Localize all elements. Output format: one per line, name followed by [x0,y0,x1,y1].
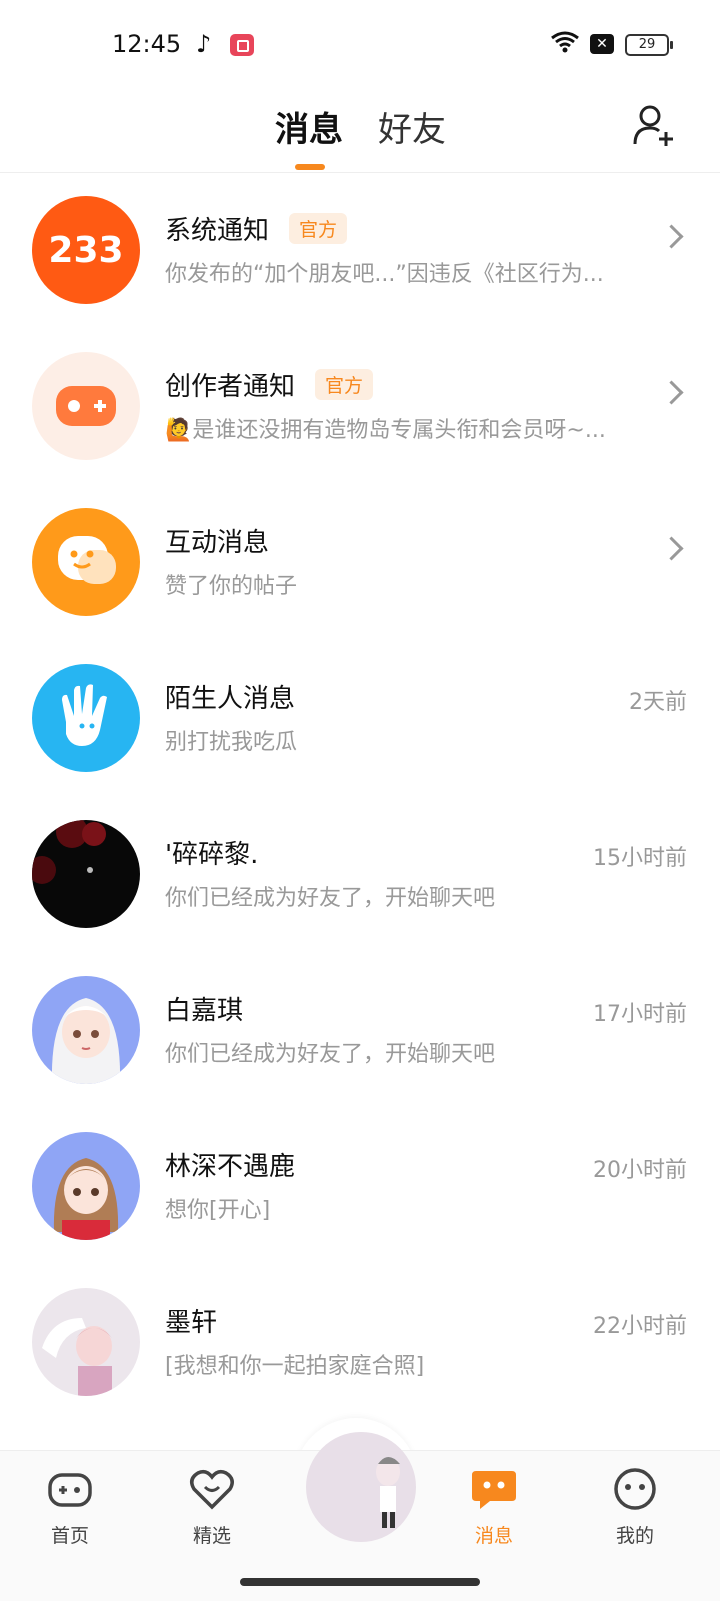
list-item-chat[interactable]: '碎碎黎. 15小时前 你们已经成为好友了，开始聊天吧 [0,796,720,952]
center-avatar-button[interactable] [306,1432,416,1542]
list-item-chat[interactable]: 墨轩 22小时前 [我想和你一起拍家庭合照] [0,1264,720,1420]
message-preview: 🙋是谁还没拥有造物岛专属头衔和会员呀~... [165,418,606,443]
tab-indicator [295,164,325,170]
add-friend-icon[interactable] [632,102,678,148]
hand-icon [32,664,140,772]
message-preview: 想你[开心] [165,1198,271,1223]
tab-label: 消息 [474,1525,513,1547]
status-bar: 12:45 ♪ ✕ 29 [0,0,720,90]
list-item-creator-notice[interactable]: 创作者通知 官方 🙋是谁还没拥有造物岛专属头衔和会员呀~... [0,328,720,484]
face-icon [614,1468,656,1510]
heart-icon [190,1469,234,1510]
message-title: 墨轩 [165,1308,218,1338]
message-preview: 你们已经成为好友了，开始聊天吧 [165,1042,496,1067]
chat-bubble-icon [32,508,140,616]
user-avatar [32,1132,140,1240]
top-tab-header: 消息 好友 [0,90,720,173]
message-title: 创作者通知 [165,372,296,402]
tab-messages[interactable]: 消息 [275,102,343,151]
tab-friends[interactable]: 好友 [378,102,446,151]
chevron-right-icon [659,224,684,249]
chevron-right-icon [659,536,684,561]
message-preview: 赞了你的帖子 [165,574,298,599]
message-title: 互动消息 [165,528,270,558]
message-title: '碎碎黎. [165,840,259,870]
tab-label: 精选 [192,1525,231,1547]
message-time: 15小时前 [593,846,687,871]
list-item-chat[interactable]: 林深不遇鹿 20小时前 想你[开心] [0,1108,720,1264]
user-avatar [32,1288,140,1396]
official-badge: 官方 [289,213,348,244]
wifi-icon [551,31,579,53]
message-title: 白嘉琪 [165,996,244,1026]
tab-label: 我的 [615,1525,654,1547]
user-avatar [32,976,140,1084]
sim-off-icon: ✕ [590,34,614,54]
tab-featured[interactable]: 精选 [162,1467,262,1548]
battery-icon: 29 [625,34,673,56]
gamepad-icon [32,352,140,460]
user-avatar [32,820,140,928]
message-preview: [我想和你一起拍家庭合照] [165,1354,425,1379]
music-note-icon: ♪ [196,30,212,58]
message-bubble-icon [472,1471,516,1509]
message-time: 17小时前 [593,1002,687,1027]
tab-label: 首页 [50,1525,89,1547]
svg-text:233: 233 [48,230,123,271]
screen-record-icon [230,34,254,56]
message-title: 陌生人消息 [165,684,296,714]
message-list: 233 系统通知 官方 你发布的“加个朋友吧...”因违反《社区行为... 创作者… [0,172,720,1420]
list-item-chat[interactable]: 白嘉琪 17小时前 你们已经成为好友了，开始聊天吧 [0,952,720,1108]
list-item-interactions[interactable]: 互动消息 赞了你的帖子 [0,484,720,640]
message-time: 2天前 [629,690,687,715]
official-badge: 官方 [315,369,374,400]
status-time: 12:45 [112,30,182,58]
message-title: 林深不遇鹿 [165,1152,296,1182]
gamepad-icon [48,1473,92,1507]
list-item-system-notice[interactable]: 233 系统通知 官方 你发布的“加个朋友吧...”因违反《社区行为... [0,172,720,328]
message-preview: 你们已经成为好友了，开始聊天吧 [165,886,496,911]
message-time: 20小时前 [593,1158,687,1183]
list-item-strangers[interactable]: 陌生人消息 2天前 别打扰我吃瓜 [0,640,720,796]
message-preview: 别打扰我吃瓜 [165,730,298,755]
chevron-right-icon [659,380,684,405]
tab-messages-nav[interactable]: 消息 [444,1467,544,1548]
message-time: 22小时前 [593,1314,687,1339]
home-indicator [240,1578,480,1586]
message-title: 系统通知 [165,216,270,246]
tab-home[interactable]: 首页 [20,1467,120,1548]
tab-profile[interactable]: 我的 [585,1467,685,1548]
message-preview: 你发布的“加个朋友吧...”因违反《社区行为... [165,262,604,287]
233-logo-icon: 233 [32,196,140,304]
